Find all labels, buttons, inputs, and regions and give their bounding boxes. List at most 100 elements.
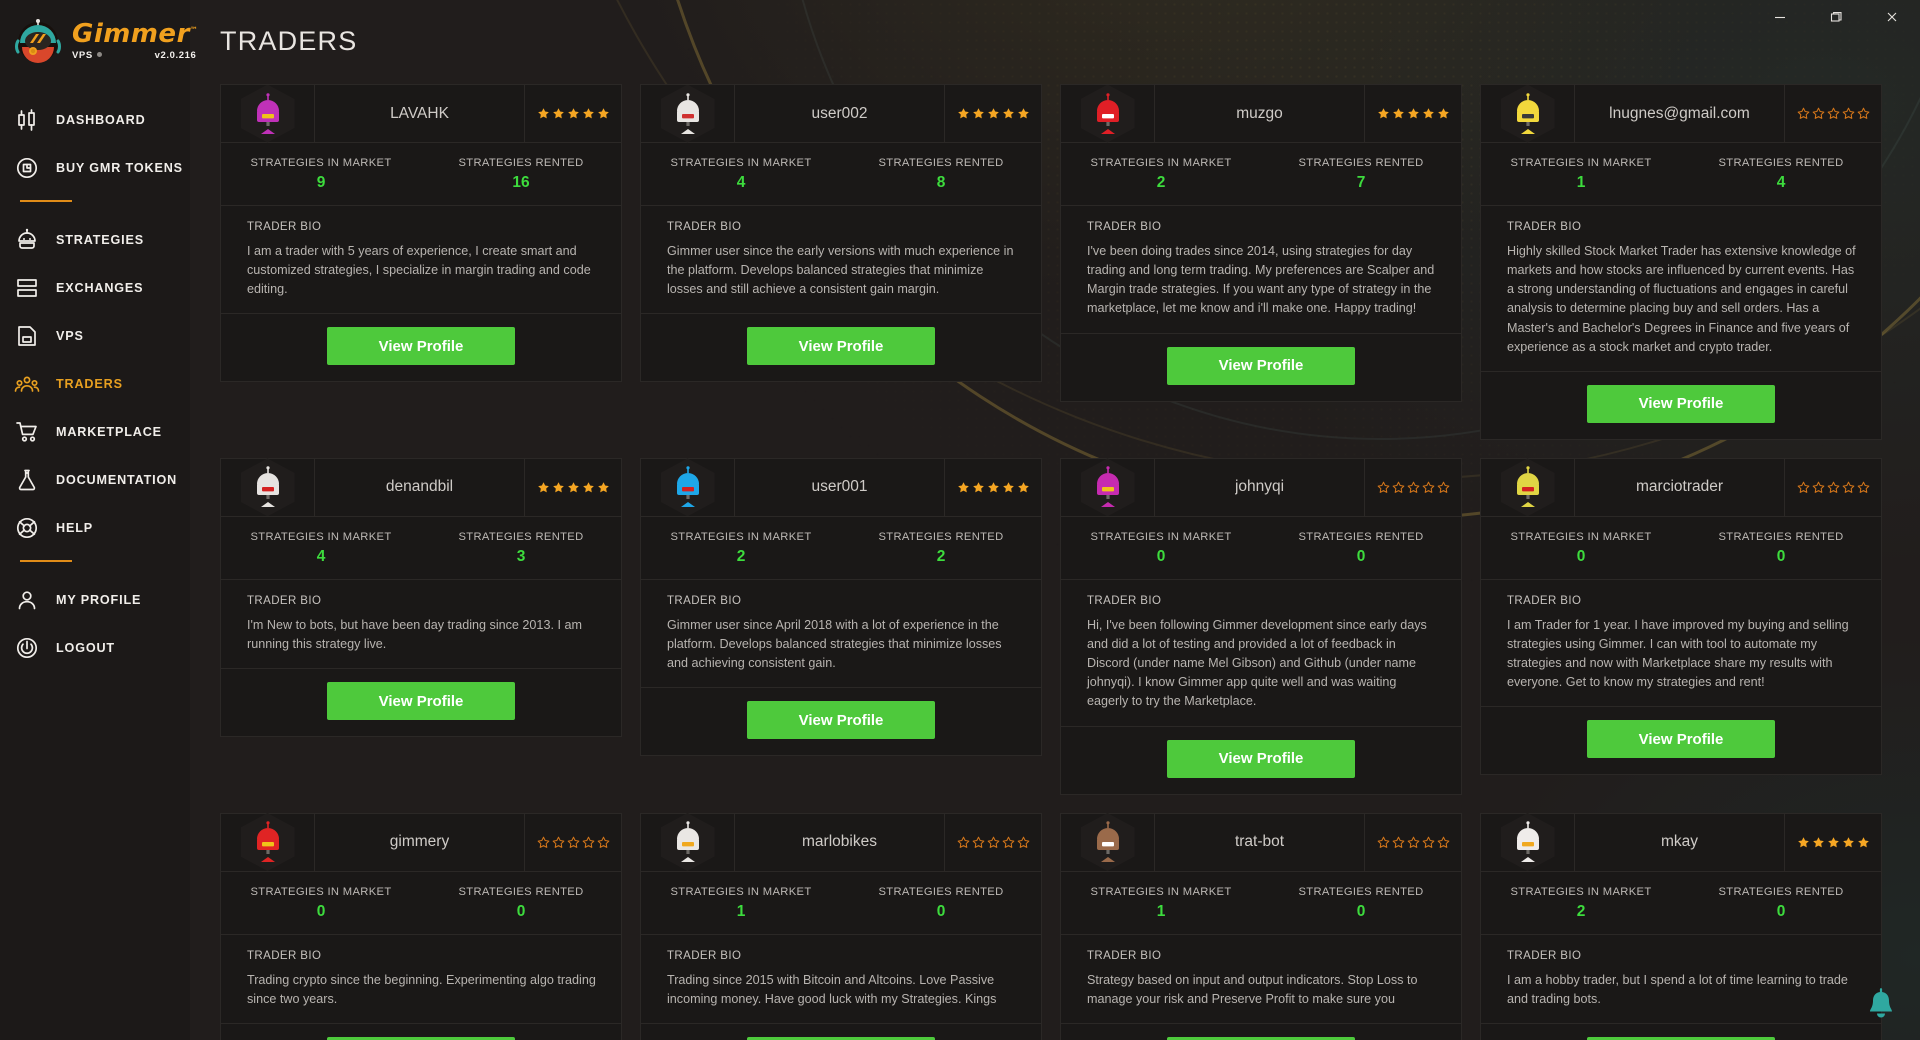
stat-label: STRATEGIES RENTED — [878, 885, 1004, 898]
lifebuoy-icon — [12, 515, 42, 541]
stat-value: 3 — [516, 547, 526, 565]
view-profile-button[interactable]: View Profile — [1167, 739, 1355, 778]
rating-stars[interactable] — [1785, 814, 1881, 871]
avatar-hex-backdrop — [660, 84, 715, 143]
trader-stats: STRATEGIES IN MARKET 0 STRATEGIES RENTED… — [221, 872, 621, 935]
sidebar-item-traders[interactable]: TRADERS — [0, 364, 190, 404]
trader-stats: STRATEGIES IN MARKET 2 STRATEGIES RENTED… — [641, 517, 1041, 580]
notification-bell-button[interactable] — [1864, 988, 1898, 1024]
rating-stars[interactable] — [1365, 85, 1461, 142]
sidebar-item-help[interactable]: HELP — [0, 508, 190, 548]
stat-strategies-rented: STRATEGIES RENTED 16 — [421, 157, 621, 192]
trader-stats: STRATEGIES IN MARKET 1 STRATEGIES RENTED… — [1481, 143, 1881, 206]
sidebar-item-documentation[interactable]: DOCUMENTATION — [0, 460, 190, 500]
rating-stars[interactable] — [945, 85, 1041, 142]
sidebar-item-vps[interactable]: VPS — [0, 316, 190, 356]
rating-stars[interactable] — [525, 85, 621, 142]
trader-name: muzgo — [1236, 104, 1283, 122]
star-filled-icon — [1842, 836, 1854, 847]
stat-value: 8 — [936, 174, 946, 191]
trader-card[interactable]: johnyqi STRATEGIES IN MARKET 0 STRATEGIE… — [1060, 457, 1462, 795]
star-filled-icon — [567, 482, 579, 493]
trader-card[interactable]: gimmery STRATEGIES IN MARKET 0 STRATEGIE… — [220, 812, 622, 1040]
rating-stars[interactable] — [945, 814, 1041, 871]
star-empty-icon — [1827, 481, 1839, 493]
close-button[interactable] — [1864, 0, 1920, 34]
star-empty-icon — [1377, 836, 1389, 848]
stat-value: 1 — [736, 902, 746, 920]
stat-strategies-in-market: STRATEGIES IN MARKET 4 — [641, 157, 841, 192]
star-filled-icon — [957, 108, 969, 119]
view-profile-button[interactable]: View Profile — [1587, 384, 1775, 423]
view-profile-button[interactable]: View Profile — [747, 327, 935, 366]
rating-stars[interactable] — [525, 814, 621, 871]
stat-label: STRATEGIES IN MARKET — [1090, 530, 1232, 543]
sidebar-item-logout[interactable]: LOGOUT — [0, 628, 190, 668]
trader-bio-title: TRADER BIO — [1507, 949, 1582, 962]
stat-strategies-rented: STRATEGIES RENTED 0 — [1261, 886, 1461, 921]
trader-card[interactable]: muzgo STRATEGIES IN MARKET 2 STRATEGIES … — [1060, 84, 1462, 402]
minimize-button[interactable] — [1752, 0, 1808, 34]
trader-bio-title: TRADER BIO — [247, 594, 322, 607]
trader-bio-text: Gimmer user since April 2018 with a lot … — [667, 617, 1002, 671]
trader-card[interactable]: user002 STRATEGIES IN MARKET 4 STRATEGIE… — [640, 84, 1042, 383]
stat-strategies-rented: STRATEGIES RENTED 3 — [421, 531, 621, 566]
sidebar-item-buy-gmr-tokens[interactable]: BUY GMR TOKENS — [0, 148, 190, 188]
trader-card[interactable]: marlobikes STRATEGIES IN MARKET 1 STRATE… — [640, 812, 1042, 1040]
trader-name: user002 — [811, 104, 868, 122]
stat-label: STRATEGIES IN MARKET — [670, 157, 812, 169]
trader-card[interactable]: denandbil STRATEGIES IN MARKET 4 STRATEG… — [220, 457, 622, 738]
sidebar-item-marketplace[interactable]: MARKETPLACE — [0, 412, 190, 452]
star-filled-icon — [582, 108, 594, 119]
view-profile-button[interactable]: View Profile — [1167, 346, 1355, 385]
stat-strategies-rented: STRATEGIES RENTED 0 — [1261, 531, 1461, 566]
rating-stars[interactable] — [945, 459, 1041, 516]
trader-stats: STRATEGIES IN MARKET 0 STRATEGIES RENTED… — [1061, 517, 1461, 580]
view-profile-button[interactable]: View Profile — [747, 701, 935, 740]
rating-stars[interactable] — [1365, 814, 1461, 871]
star-empty-icon — [1842, 107, 1854, 119]
rating-stars[interactable] — [1785, 459, 1881, 516]
maximize-button[interactable] — [1808, 0, 1864, 34]
trader-card[interactable]: lnugnes@gmail.com STRATEGIES IN MARKET 1… — [1480, 84, 1882, 440]
rating-stars[interactable] — [525, 459, 621, 516]
stat-label: STRATEGIES IN MARKET — [1510, 885, 1652, 898]
star-empty-icon — [1857, 481, 1869, 493]
rating-stars[interactable] — [1365, 459, 1461, 516]
stat-value: 0 — [1156, 547, 1166, 565]
rating-stars[interactable] — [1785, 85, 1881, 142]
sidebar: Gimmer™ VPS v2.0.216 DASHBOARD BUY GMR TO… — [0, 0, 198, 1040]
avatar-hex-backdrop — [1500, 813, 1555, 872]
sidebar-item-strategies[interactable]: STRATEGIES — [0, 220, 190, 260]
view-profile-button[interactable]: View Profile — [327, 682, 515, 721]
trader-card[interactable]: marciotrader STRATEGIES IN MARKET 0 STRA… — [1480, 457, 1882, 776]
trader-bio: TRADER BIO Gimmer user since April 2018 … — [641, 580, 1041, 689]
trader-card[interactable]: LAVAHK STRATEGIES IN MARKET 9 STRATEGIES… — [220, 84, 622, 383]
sidebar-item-exchanges[interactable]: EXCHANGES — [0, 268, 190, 308]
sidebar-item-label: DOCUMENTATION — [56, 473, 178, 487]
trader-bio: TRADER BIO I am a trader with 5 years of… — [221, 206, 621, 315]
trader-avatar-icon — [1516, 92, 1539, 134]
stat-label: STRATEGIES RENTED — [1298, 157, 1424, 169]
view-profile-button[interactable]: View Profile — [1587, 720, 1775, 759]
sidebar-item-label: VPS — [56, 329, 84, 343]
stat-value: 0 — [1776, 902, 1786, 920]
trader-avatar-icon — [1096, 466, 1119, 508]
trader-card-footer: View Profile — [1481, 707, 1881, 774]
trader-stats: STRATEGIES IN MARKET 2 STRATEGIES RENTED… — [1061, 143, 1461, 206]
trader-bio-text: I've been doing trades since 2014, using… — [1087, 244, 1435, 316]
trader-card-header: johnyqi — [1061, 458, 1461, 517]
sidebar-item-my-profile[interactable]: MY PROFILE — [0, 580, 190, 620]
trader-bio-text: I am Trader for 1 year. I have improved … — [1507, 617, 1849, 690]
sidebar-item-label: BUY GMR TOKENS — [56, 161, 183, 175]
trader-card-footer: View Profile — [641, 688, 1041, 755]
trader-card[interactable]: trat-bot STRATEGIES IN MARKET 1 STRATEGI… — [1060, 812, 1462, 1040]
traders-row: LAVAHK STRATEGIES IN MARKET 9 STRATEGIES… — [220, 84, 1892, 440]
trader-card-header: user002 — [641, 84, 1041, 143]
view-profile-button[interactable]: View Profile — [327, 327, 515, 366]
trader-card[interactable]: mkay STRATEGIES IN MARKET 2 STRATEGIES R… — [1480, 812, 1882, 1040]
star-filled-icon — [972, 108, 984, 119]
stat-value: 0 — [1776, 547, 1786, 565]
sidebar-item-dashboard[interactable]: DASHBOARD — [0, 100, 190, 140]
trader-card[interactable]: user001 STRATEGIES IN MARKET 2 STRATEGIE… — [640, 457, 1042, 757]
